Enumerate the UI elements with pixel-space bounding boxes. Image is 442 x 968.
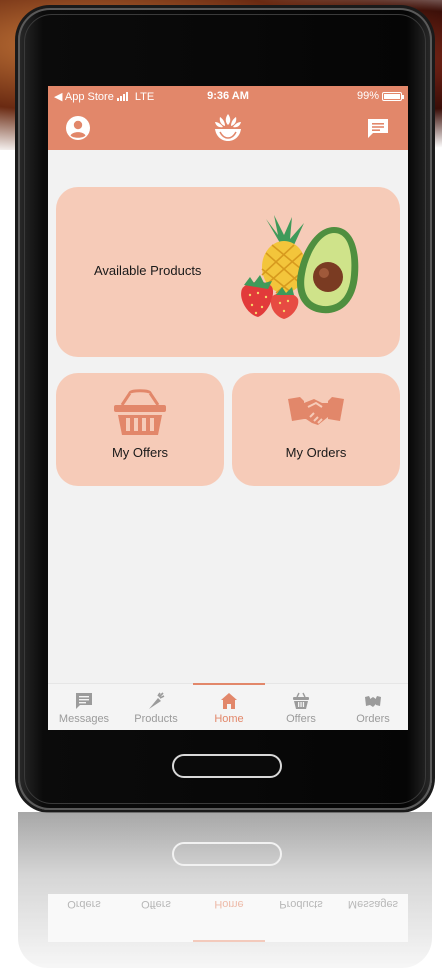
basket-icon — [293, 692, 309, 709]
account-circle-icon — [66, 116, 90, 140]
reflection-offers-label: Offers — [141, 898, 171, 910]
tab-orders[interactable]: Orders — [337, 684, 408, 730]
home-icon — [221, 693, 237, 709]
tab-offers[interactable]: Offers — [265, 684, 337, 730]
available-products-label: Available Products — [94, 263, 202, 278]
lotus-bowl-logo — [215, 114, 241, 141]
tab-orders-label: Orders — [356, 713, 390, 725]
reflection-messages-label: Messages — [347, 898, 399, 910]
my-offers-card[interactable]: My Offers — [56, 373, 224, 486]
message-icon — [76, 693, 92, 709]
tab-products-label: Products — [134, 713, 178, 725]
reflection-tab-bar: Orders Offers Home Products Messages — [48, 894, 408, 942]
profile-button[interactable] — [64, 114, 92, 142]
available-products-card[interactable]: Available Products — [56, 187, 400, 357]
my-orders-card[interactable]: My Orders — [232, 373, 400, 486]
home-button[interactable] — [172, 754, 282, 778]
tab-messages[interactable]: Messages — [48, 684, 120, 730]
reflection-home-button — [172, 842, 282, 866]
handshake-icon — [365, 696, 381, 707]
reflection-home-label: Home — [214, 898, 244, 910]
carrot-icon — [149, 692, 165, 709]
reflection-active-indicator — [193, 940, 265, 942]
status-time: 9:36 AM — [207, 90, 249, 102]
status-right: 99% — [356, 90, 404, 102]
battery-percent: 99% — [356, 90, 379, 102]
chat-bubble-icon — [368, 119, 388, 138]
status-bar: ◀ App Store LTE 9:36 AM 99% — [48, 86, 408, 106]
tab-bar: Messages Products Home Offers Orders — [48, 683, 408, 730]
tab-products[interactable]: Products — [120, 684, 192, 730]
battery-fill — [384, 93, 400, 99]
header-bar — [48, 106, 408, 150]
reflection-products-label: Products — [279, 898, 323, 910]
stage: ◀ App Store LTE 9:36 AM 99% Available Pr… — [0, 0, 442, 968]
handshake-icon — [288, 397, 344, 425]
messages-button[interactable] — [364, 114, 392, 142]
fruit-illustration — [241, 215, 359, 319]
app-logo — [210, 110, 246, 146]
phone-reflection: Orders Offers Home Products Messages — [18, 812, 432, 968]
basket-icon — [114, 389, 166, 435]
battery-icon — [382, 91, 404, 101]
tab-home[interactable]: Home — [193, 684, 265, 730]
app-screen: ◀ App Store LTE 9:36 AM 99% Available Pr… — [48, 86, 408, 730]
reflection-orders-label: Orders — [67, 898, 101, 910]
tab-offers-label: Offers — [286, 713, 316, 725]
tab-messages-label: Messages — [58, 713, 110, 725]
my-offers-label: My Offers — [111, 445, 169, 460]
tab-home-label: Home — [214, 713, 244, 725]
my-orders-label: My Orders — [285, 445, 347, 460]
